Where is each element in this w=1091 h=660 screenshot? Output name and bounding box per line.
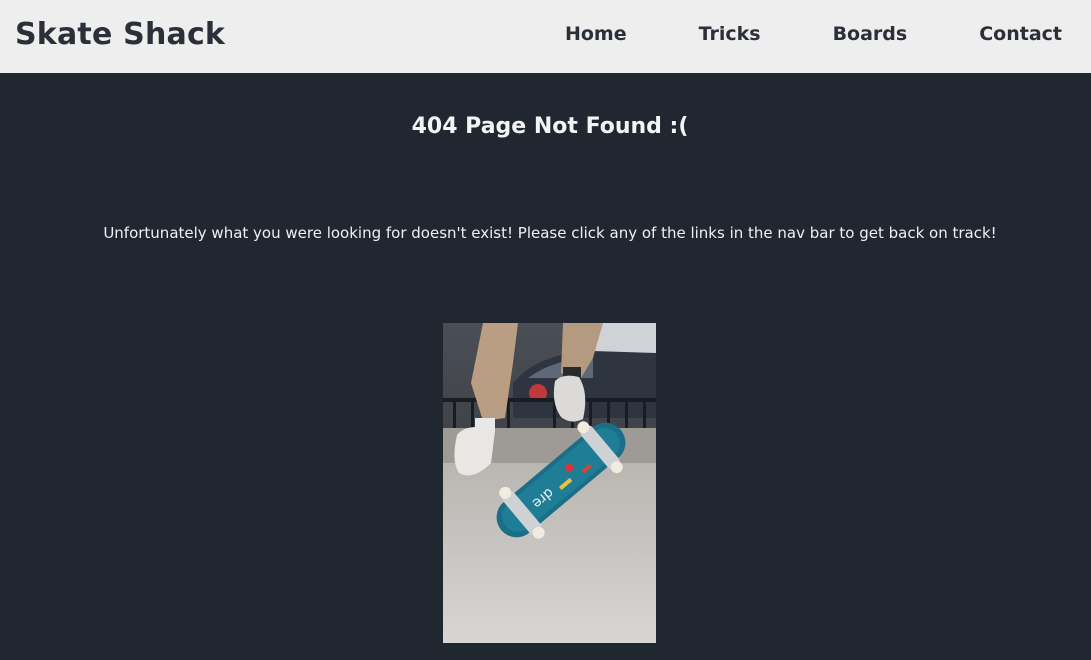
brand-logo-link[interactable]: Skate Shack: [15, 17, 225, 52]
nav-links: Home Tricks Boards Contact: [565, 23, 1062, 45]
skateboard-photo: dre: [443, 323, 656, 643]
skateboard-photo-art: dre: [443, 323, 656, 643]
nav-link-boards[interactable]: Boards: [833, 23, 908, 45]
nav-link-contact[interactable]: Contact: [979, 23, 1062, 45]
nav-link-tricks[interactable]: Tricks: [699, 23, 761, 45]
nav-link-home[interactable]: Home: [565, 23, 627, 45]
error-message: Unfortunately what you were looking for …: [103, 224, 997, 242]
navbar: Skate Shack Home Tricks Boards Contact: [0, 0, 1091, 73]
page-title: 404 Page Not Found :(: [411, 114, 689, 139]
